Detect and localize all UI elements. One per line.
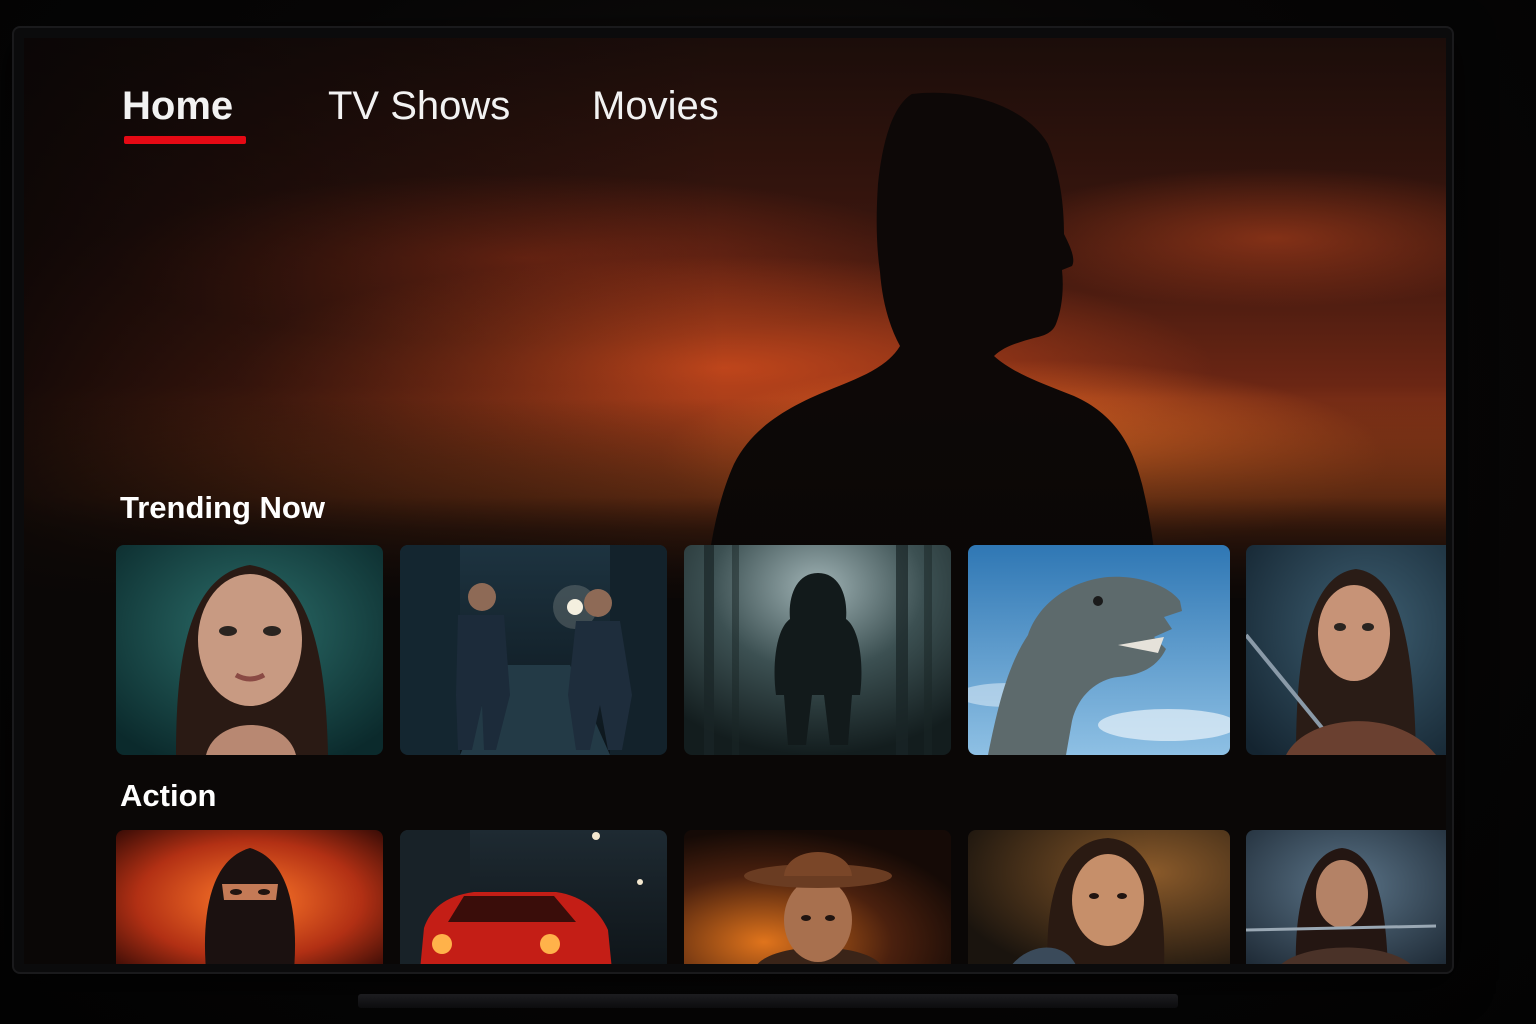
woman-portrait-warm-icon [968,830,1230,964]
action-tile-5[interactable] [1246,830,1446,964]
row-title-trending: Trending Now [120,490,325,525]
masked-figure-fire-icon [116,830,383,964]
red-car-night-icon [400,830,667,964]
action-tile-3[interactable] [684,830,951,964]
trending-tile-2[interactable] [400,545,667,755]
action-tile-2[interactable] [400,830,667,964]
two-men-running-alley-icon [400,545,667,755]
nav-item-tv-shows[interactable]: TV Shows [328,84,510,129]
trending-tile-5[interactable] [1246,545,1446,755]
action-tile-4[interactable] [968,830,1230,964]
trending-tile-3[interactable] [684,545,951,755]
woman-portrait-teal-icon [116,545,383,755]
man-fedora-fire-icon [684,830,951,964]
nav-active-indicator [124,136,246,144]
tv-stand [358,994,1178,1008]
action-tile-1[interactable] [116,830,383,964]
nav-item-home[interactable]: Home [122,84,233,129]
trending-tile-1[interactable] [116,545,383,755]
tv-screen: Home TV Shows Movies Trending Now Action [24,38,1446,964]
nav-item-movies[interactable]: Movies [592,84,719,129]
dinosaur-sky-icon [968,545,1230,755]
hooded-figure-forest-icon [684,545,951,755]
archer-woman-icon [1246,545,1446,755]
woman-fighter-smoke-icon [1246,830,1446,964]
trending-tile-4[interactable] [968,545,1230,755]
row-title-action: Action [120,778,217,813]
